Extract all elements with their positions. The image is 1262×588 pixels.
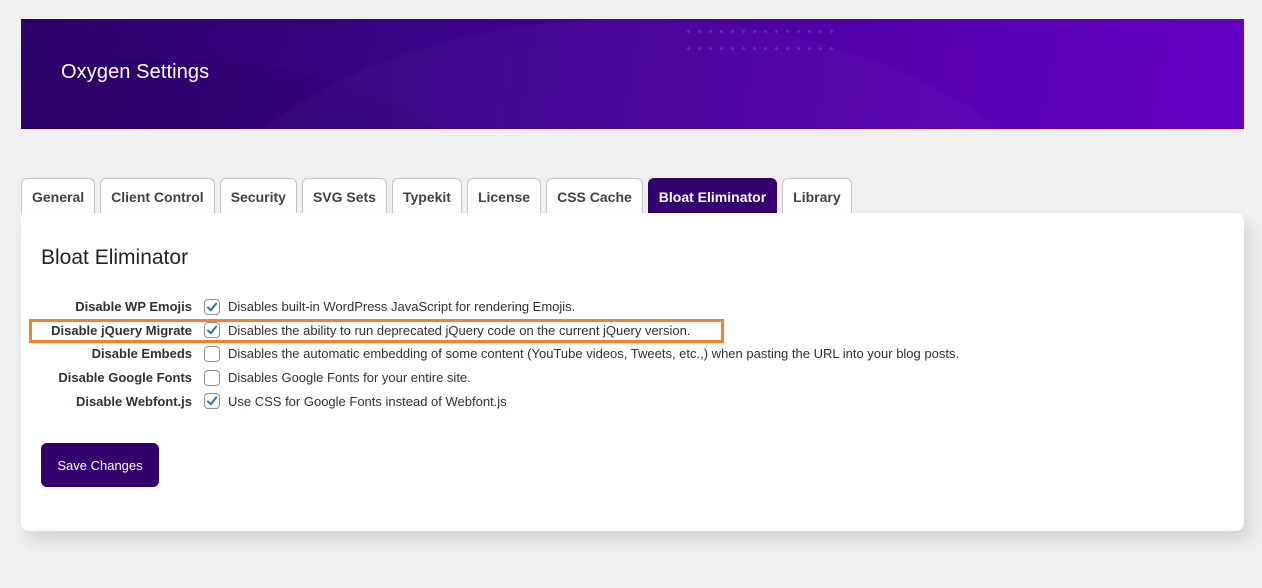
checkmark-icon [207,396,218,406]
setting-row-embeds: Disable Embeds Disables the automatic em… [21,342,1244,366]
setting-description: Disables the ability to run deprecated j… [228,322,691,338]
tab-library[interactable]: Library [782,178,852,214]
setting-row-google-fonts: Disable Google Fonts Disables Google Fon… [21,366,1244,390]
tab-license[interactable]: License [466,178,542,214]
setting-description: Disables built-in WordPress JavaScript f… [228,299,576,315]
tab-svg-sets[interactable]: SVG Sets [301,178,387,214]
save-changes-button[interactable]: Save Changes [41,443,159,487]
checkmark-icon [207,325,218,335]
setting-description: Use CSS for Google Fonts instead of Webf… [228,393,507,409]
setting-label: Disable Google Fonts [58,370,192,386]
settings-tabs: General Client Control Security SVG Sets… [21,178,852,214]
section-title: Bloat Eliminator [41,246,189,269]
settings-list: Disable WP Emojis Disables built-in Word… [21,295,1244,413]
header-dot-pattern [683,23,833,63]
setting-row-webfont-js: Disable Webfont.js Use CSS for Google Fo… [21,389,1244,413]
setting-row-jquery-migrate: Disable jQuery Migrate Disables the abil… [21,319,1244,344]
setting-label: Disable jQuery Migrate [51,322,192,338]
setting-row-wp-emojis: Disable WP Emojis Disables built-in Word… [21,295,1244,319]
setting-description: Disables the automatic embedding of some… [228,346,960,362]
disable-webfont-js-checkbox[interactable] [204,393,220,410]
settings-panel: Bloat Eliminator Disable WP Emojis Disab… [21,213,1244,531]
checkmark-icon [207,302,218,311]
tab-typekit[interactable]: Typekit [391,178,462,214]
disable-embeds-checkbox[interactable] [204,345,220,362]
disable-jquery-migrate-checkbox[interactable] [204,322,220,339]
setting-label: Disable WP Emojis [75,299,192,315]
tab-css-cache[interactable]: CSS Cache [546,178,643,214]
tab-bloat-eliminator[interactable]: Bloat Eliminator [647,178,778,214]
disable-google-fonts-checkbox[interactable] [204,369,220,386]
setting-label: Disable Embeds [91,346,192,362]
tab-client-control[interactable]: Client Control [100,178,215,214]
disable-wp-emojis-checkbox[interactable] [204,298,220,315]
tab-general[interactable]: General [21,178,96,214]
tab-security[interactable]: Security [219,178,297,214]
settings-header: Oxygen Settings [21,19,1244,129]
header-decoration [181,19,1081,129]
setting-label: Disable Webfont.js [75,393,192,409]
page-title: Oxygen Settings [61,61,210,83]
setting-description: Disables Google Fonts for your entire si… [228,370,471,386]
